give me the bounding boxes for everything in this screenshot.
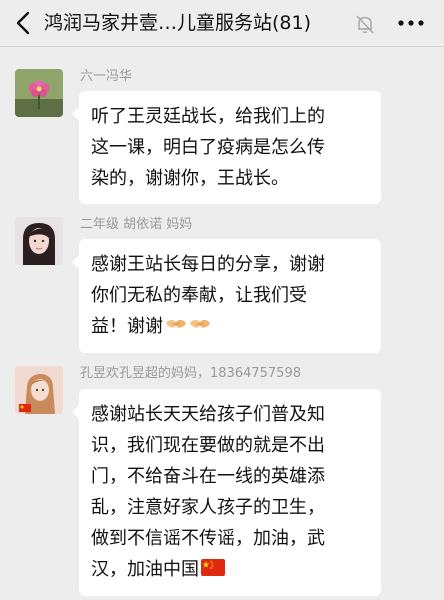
sender-name: 六一冯华 [80,69,133,84]
message-line: 汉，加油中国 [91,554,369,586]
message-line-text: 汉，加油中国 [91,559,199,580]
handshake-emoji-icon [165,312,187,343]
message-line: 益！谢谢 [91,311,369,343]
sender-name: 二年级 胡依诺 妈妈 [80,217,193,232]
message-line: 乱，注意好家人孩子的卫生， [91,497,325,518]
message-line: 你们无私的奉献，让我们受 [91,285,307,306]
message-bubble[interactable]: 听了王灵廷战长，给我们上的 这一课，明白了疫病是怎么传 染的，谢谢你，王战长。 [72,91,381,204]
chevron-left-icon [16,11,30,35]
china-flag-icon [201,555,225,586]
back-button[interactable] [10,9,38,37]
sender-name: 孔昱欢孔昱超的妈妈，18364757598 [80,366,301,381]
avatar[interactable] [15,69,63,117]
message-line: 感谢站长天天给孩子们普及知 [91,404,325,425]
more-dots-icon [398,20,424,26]
avatar[interactable] [15,366,63,414]
message-line: 感谢王站长每日的分享，谢谢 [91,254,325,275]
message-line: 识，我们现在要做的就是不出 [91,435,325,456]
message-line: 染的，谢谢你，王战长。 [91,168,289,189]
message-line: 听了王灵廷战长，给我们上的 [91,106,325,127]
chat-title: 鸿润马家井壹…儿童服务站(81) [44,12,312,34]
message-bubble[interactable]: 感谢站长天天给孩子们普及知 识，我们现在要做的就是不出 门，不给奋斗在一线的英雄… [72,389,381,596]
chat-header: 鸿润马家井壹…儿童服务站(81) [0,0,444,47]
mute-bell-icon [353,12,377,36]
message-line: 门，不给奋斗在一线的英雄添 [91,466,325,487]
message-line: 做到不信谣不传谣，加油，武 [91,528,325,549]
more-options-button[interactable] [395,11,427,35]
message-line: 这一课，明白了疫病是怎么传 [91,137,325,158]
avatar[interactable] [15,217,63,265]
handshake-emoji-icon [189,312,211,343]
message-bubble[interactable]: 感谢王站长每日的分享，谢谢 你们无私的奉献，让我们受 益！谢谢 [72,239,381,353]
message-line-text: 益！谢谢 [91,316,163,337]
